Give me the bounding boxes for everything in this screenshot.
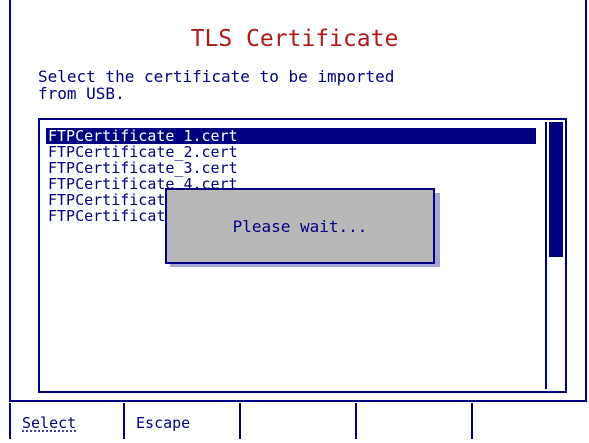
scrollbar-thumb[interactable] xyxy=(549,122,563,257)
list-scrollbar[interactable] xyxy=(545,122,563,389)
escape-softkey-label: Escape xyxy=(136,414,191,432)
please-wait-dialog: Please wait... xyxy=(165,188,435,264)
screen: TLS Certificate Select the certificate t… xyxy=(0,0,589,439)
instruction-text: Select the certificate to be imported fr… xyxy=(38,67,395,103)
softkey-4[interactable] xyxy=(357,403,474,439)
escape-softkey[interactable]: Escape xyxy=(125,403,242,439)
select-softkey[interactable]: Select xyxy=(9,403,126,439)
select-softkey-label: Select xyxy=(22,414,77,432)
dialog-message: Please wait... xyxy=(232,217,368,236)
list-item-certificate-2[interactable]: FTPCertificate_2.cert xyxy=(46,144,536,160)
softkey-5[interactable] xyxy=(473,403,589,439)
list-item-certificate-3[interactable]: FTPCertificate_3.cert xyxy=(46,160,536,176)
page-title: TLS Certificate xyxy=(190,26,399,52)
softkey-3[interactable] xyxy=(241,403,358,439)
softkey-bar: Select Escape xyxy=(9,403,589,439)
list-item-certificate-1[interactable]: FTPCertificate_1.cert xyxy=(46,128,536,144)
